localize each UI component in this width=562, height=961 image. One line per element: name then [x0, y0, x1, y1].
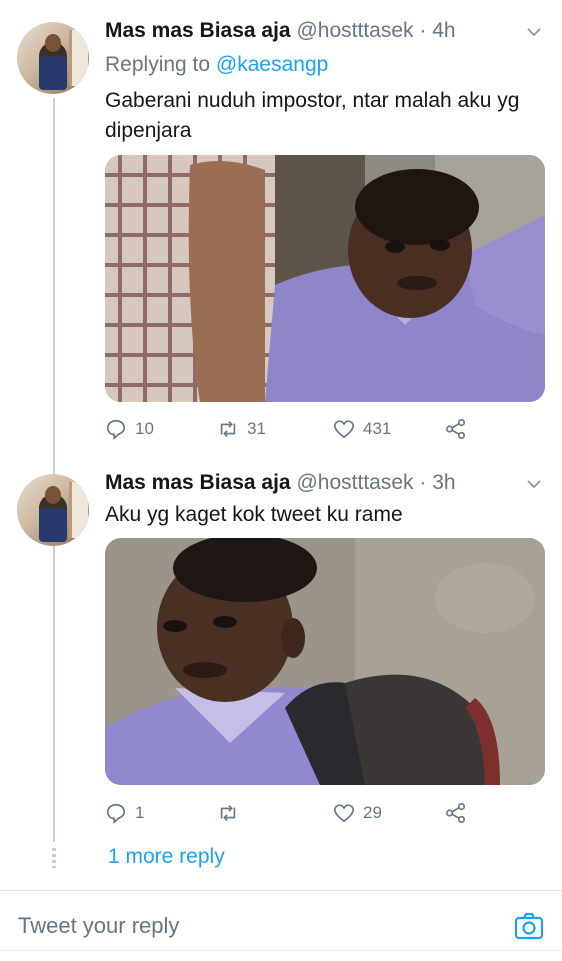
like-button[interactable]: 431	[333, 418, 391, 440]
retweet-icon	[220, 805, 236, 821]
replying-to-label: Replying to	[105, 53, 211, 76]
tweet-time[interactable]: 4h	[432, 19, 455, 42]
tweet-header: Mas mas Biasa aja @hostttasek · 3h	[105, 470, 456, 496]
share-button[interactable]	[445, 802, 467, 824]
like-count: 431	[363, 419, 392, 438]
author-name[interactable]: Mas mas Biasa aja	[105, 471, 291, 494]
author-handle[interactable]: @hostttasek	[296, 471, 413, 494]
avatar-head	[45, 486, 61, 504]
thread-line	[53, 98, 55, 842]
meme-photo-1	[105, 155, 545, 402]
avatar-window	[69, 30, 88, 86]
thread-continuation-dots	[52, 848, 56, 868]
reply-input[interactable]: Tweet your reply	[18, 913, 179, 939]
tweet-actions: 1 29	[105, 802, 545, 828]
reply-count: 10	[135, 419, 154, 438]
replying-to: Replying to @kaesangp	[105, 52, 328, 78]
tweet-header: Mas mas Biasa aja @hostttasek · 4h	[105, 18, 456, 44]
tweet-text: Aku yg kaget kok tweet ku rame	[105, 503, 403, 526]
author-name[interactable]: Mas mas Biasa aja	[105, 19, 291, 42]
bottom-divider	[0, 950, 562, 951]
like-icon	[334, 420, 354, 439]
reply-mention-link[interactable]: @kaesangp	[216, 53, 328, 76]
retweet-button[interactable]: 31	[217, 418, 266, 440]
like-button[interactable]: 29	[333, 802, 382, 824]
tweet-actions: 10 31 431	[105, 418, 545, 444]
author-handle[interactable]: @hostttasek	[296, 19, 413, 42]
reply-button[interactable]: 1	[105, 802, 144, 824]
avatar[interactable]	[17, 22, 89, 94]
reply-count: 1	[135, 803, 145, 822]
share-button[interactable]	[445, 418, 467, 440]
chevron-down-icon[interactable]	[526, 24, 542, 40]
tweet-text: Gaberani nuduh impostor, ntar malah aku …	[105, 89, 520, 142]
chevron-down-icon[interactable]	[526, 476, 542, 492]
like-count: 29	[363, 803, 382, 822]
retweet-button[interactable]	[217, 802, 247, 824]
camera-icon[interactable]	[514, 911, 544, 941]
more-replies-link[interactable]: 1 more reply	[108, 845, 225, 869]
share-icon	[446, 419, 466, 439]
meme-photo-2	[105, 538, 545, 785]
reply-icon	[106, 419, 126, 440]
retweet-count: 31	[247, 419, 266, 438]
avatar[interactable]	[17, 474, 89, 546]
like-icon	[334, 804, 354, 823]
avatar-window	[69, 482, 88, 538]
header-separator: ·	[419, 471, 427, 494]
share-icon	[446, 803, 466, 823]
reply-button[interactable]: 10	[105, 418, 154, 440]
reply-icon	[106, 803, 126, 824]
avatar-head	[45, 34, 61, 52]
tweet-time[interactable]: 3h	[432, 471, 455, 494]
tweet-image[interactable]	[105, 538, 545, 785]
tweet-image[interactable]	[105, 155, 545, 402]
header-separator: ·	[419, 19, 427, 42]
retweet-icon	[220, 421, 236, 437]
